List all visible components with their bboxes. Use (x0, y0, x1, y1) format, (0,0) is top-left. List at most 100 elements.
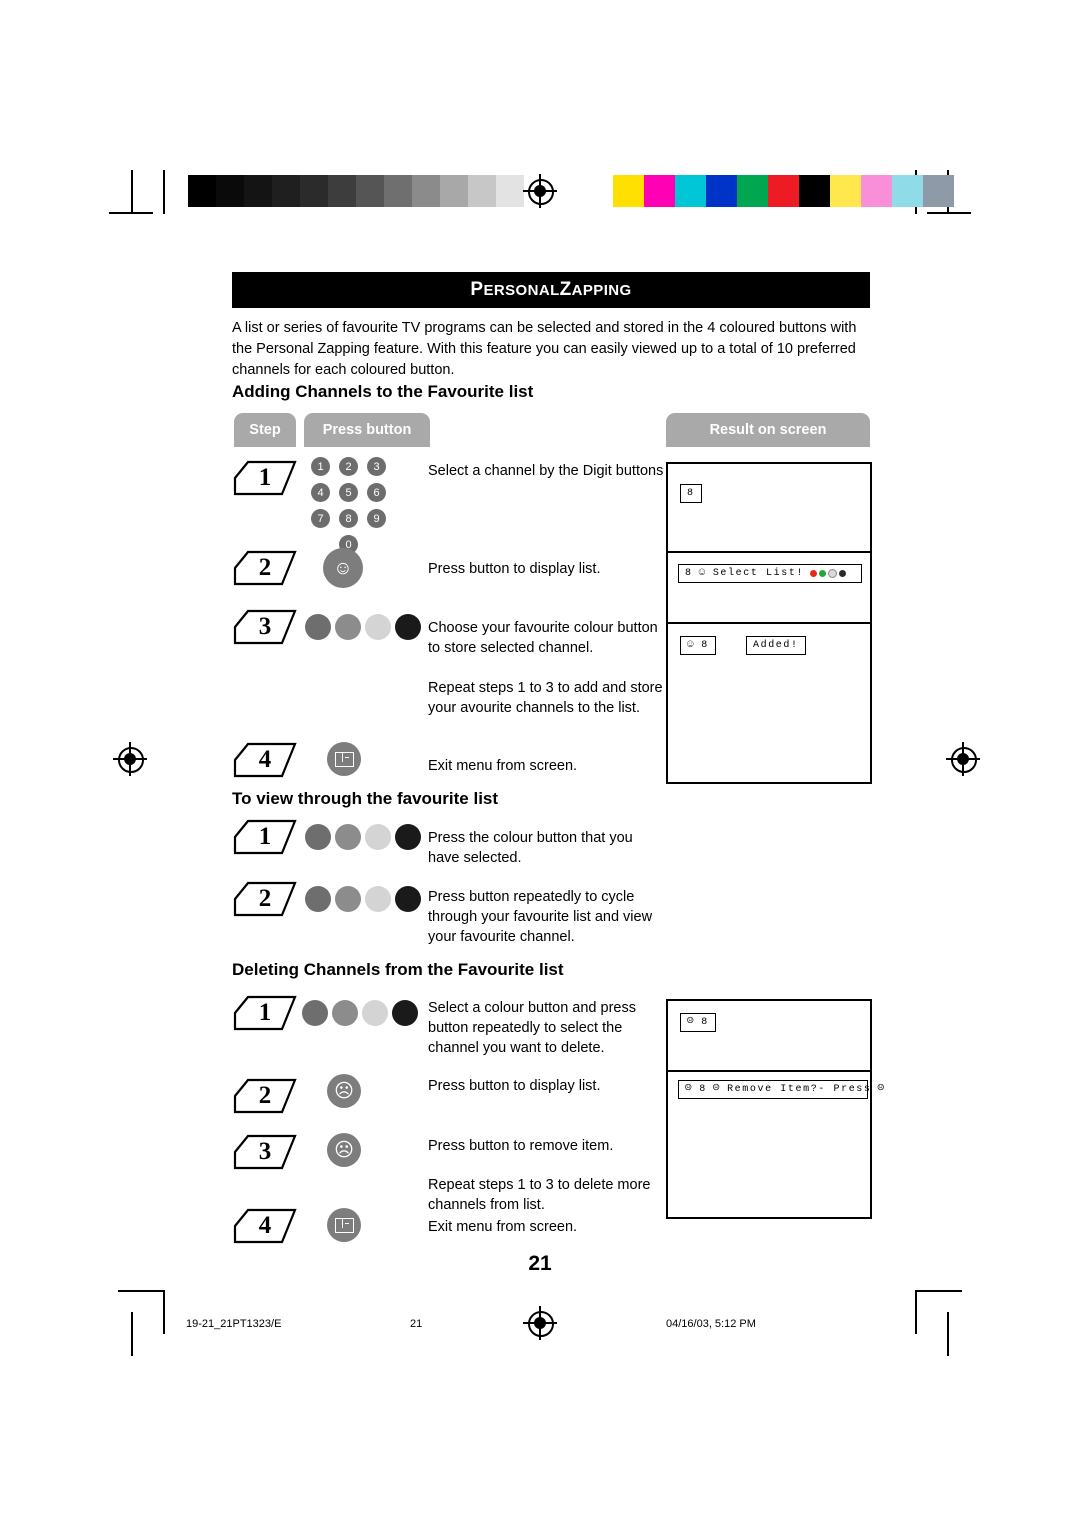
instruction-del-2: Press button to display list. (428, 1078, 601, 1094)
osd-dot-green (819, 570, 827, 577)
osd-smiley-icon-3: ☺ (687, 639, 696, 651)
key-7[interactable]: 7 (311, 509, 330, 528)
colour-buttons-del-1[interactable] (302, 1000, 418, 1026)
crop-mark-bottom-right-h (916, 1290, 962, 1292)
step-number-del-2: 2 (258, 1082, 272, 1109)
colour-button-blue[interactable] (395, 614, 421, 640)
keypad-row-2: 4 5 6 (311, 483, 397, 502)
result-screen-1: 8 (666, 462, 872, 554)
smiley-icon-button[interactable]: ☺ (323, 548, 363, 588)
colour-button-yellow[interactable] (365, 824, 391, 850)
step-marker-del-4: 4 (232, 1207, 298, 1245)
instruction-del-repeat: Repeat steps 1 to 3 to delete more chann… (428, 1177, 651, 1213)
crop-mark-bottom-right (915, 1290, 917, 1334)
footer-file-name: 19-21_21PT1323/E (186, 1318, 282, 1330)
heading-view-favourites: To view through the favourite list (232, 789, 499, 808)
sad-smiley-button-del-3[interactable]: ☹ (327, 1133, 361, 1167)
step-number-del-1: 1 (258, 999, 272, 1026)
key-9[interactable]: 9 (367, 509, 386, 528)
key-8[interactable]: 8 (339, 509, 358, 528)
crop-mark-bottom-left (163, 1290, 165, 1334)
osd-sad-icon-5c: ☹ (877, 1083, 886, 1095)
colour-button-yellow[interactable] (365, 886, 391, 912)
key-4[interactable]: 4 (311, 483, 330, 502)
colour-button-red[interactable] (305, 886, 331, 912)
instruction-view-1: Press the colour button that you have se… (428, 830, 633, 866)
osd-sad-icon-5a: ☹ (685, 1083, 694, 1095)
registration-mark-right (946, 742, 980, 776)
colour-button-blue[interactable] (395, 886, 421, 912)
osd-channel-number-2: 8 (685, 568, 693, 579)
osd-channel-number-4: 8 (701, 1017, 709, 1028)
osd-channel-1: 8 (680, 484, 702, 503)
osd-channel-number-5: 8 (699, 1084, 707, 1095)
colour-button-red[interactable] (302, 1000, 328, 1026)
osd-added-box: Added! (746, 636, 806, 655)
page-title-z: Z (559, 279, 572, 300)
crop-mark-top-left-h (109, 212, 153, 214)
keypad-row-3: 7 8 9 (311, 509, 397, 528)
page-title-ersonal: ERSONAL (483, 281, 560, 299)
crop-mark-top-right-h (927, 212, 971, 214)
crop-mark-bottom-right-inner (947, 1312, 949, 1356)
page-title-p: P (470, 279, 484, 300)
result-screen-3: ☺ 8 Added! (666, 622, 872, 784)
colour-buttons-view-2[interactable] (305, 886, 421, 912)
osd-remove-item-text: Remove Item?- Press (727, 1084, 872, 1095)
colour-button-green[interactable] (332, 1000, 358, 1026)
colour-button-green[interactable] (335, 886, 361, 912)
step-number-add-3: 3 (258, 613, 272, 640)
osd-channel-number-3: 8 (701, 640, 709, 651)
column-header-result: Result on screen (666, 413, 870, 447)
osd-channel-number-1: 8 (687, 488, 695, 499)
crop-mark-bottom-left-inner (131, 1312, 133, 1356)
result-screen-4: ☹ 8 (666, 999, 872, 1073)
footer-page-number: 21 (410, 1318, 423, 1330)
digit-keypad[interactable]: 1 2 3 4 5 6 7 8 9 0 (311, 457, 397, 561)
colour-buttons-view-1[interactable] (305, 824, 421, 850)
result-screen-5: ☹ 8 ☹ Remove Item?- Press ☹ (666, 1070, 884, 1219)
sad-smiley-icon: ☹ (334, 1080, 354, 1102)
crop-mark-top-left (131, 170, 133, 214)
colour-button-red[interactable] (305, 824, 331, 850)
step-number-add-2: 2 (258, 554, 272, 581)
intro-paragraph: A list or series of favourite TV program… (232, 320, 857, 378)
osd-smiley-icon-2: ☺ (698, 567, 707, 579)
menu-exit-button-add[interactable] (327, 742, 361, 776)
page-number: 21 (528, 1252, 552, 1275)
instruction-add-2: Press button to display list. (428, 561, 601, 577)
page-title: P ERSONAL Z APPING (232, 272, 870, 308)
colour-button-blue[interactable] (392, 1000, 418, 1026)
heading-deleting-channels: Deleting Channels from the Favourite lis… (232, 960, 564, 979)
colour-button-green[interactable] (335, 614, 361, 640)
step-number-view-1: 1 (258, 823, 272, 850)
osd-dot-yellow (828, 569, 838, 578)
osd-sad-icon-4: ☹ (687, 1016, 696, 1028)
crop-mark-top-left-inner (163, 170, 165, 214)
colour-button-green[interactable] (335, 824, 361, 850)
sad-smiley-button-del-2[interactable]: ☹ (327, 1074, 361, 1108)
key-2[interactable]: 2 (339, 457, 358, 476)
colour-buttons-add-3[interactable] (305, 614, 421, 640)
key-5[interactable]: 5 (339, 483, 358, 502)
step-marker-view-2: 2 (232, 880, 298, 918)
step-marker-view-1: 1 (232, 818, 298, 856)
menu-exit-button-del[interactable] (327, 1208, 361, 1242)
page-title-apping: APPING (571, 281, 632, 299)
key-1[interactable]: 1 (311, 457, 330, 476)
instruction-add-4: Exit menu from screen. (428, 758, 578, 774)
colour-button-red[interactable] (305, 614, 331, 640)
step-marker-add-4: 4 (232, 741, 298, 779)
key-3[interactable]: 3 (367, 457, 386, 476)
osd-select-list: 8 ☺ Select List! (678, 564, 862, 583)
osd-added-text: Added! (753, 640, 799, 651)
instruction-view-2: Press button repeatedly to cycle through… (428, 889, 653, 945)
colour-button-yellow[interactable] (362, 1000, 388, 1026)
step-number-add-4: 4 (258, 746, 272, 773)
key-6[interactable]: 6 (367, 483, 386, 502)
colour-button-yellow[interactable] (365, 614, 391, 640)
osd-sad-icon-5b: ☹ (712, 1083, 722, 1095)
heading-adding-channels: Adding Channels to the Favourite list (232, 382, 534, 401)
colour-button-blue[interactable] (395, 824, 421, 850)
step-number-del-3: 3 (258, 1138, 272, 1165)
